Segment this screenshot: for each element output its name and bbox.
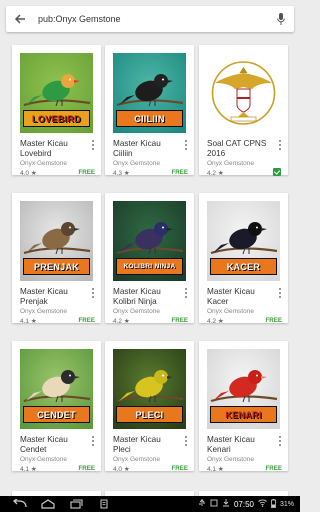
app-icon[interactable]: KACER: [207, 201, 280, 281]
app-price: FREE: [78, 169, 95, 176]
app-developer: Onyx Gemstone: [113, 160, 160, 167]
icon-banner-text: CIILIIN: [116, 110, 183, 127]
app-icon[interactable]: PLECI: [113, 349, 186, 429]
overflow-menu-icon[interactable]: [276, 139, 284, 151]
app-developer: Onyx Gemstone: [207, 160, 254, 167]
app-card[interactable]: LOVEBIRD Master Kicau Lovebird Onyx Gemsto…: [12, 45, 101, 177]
app-developer: Onyx Gemstone: [20, 456, 67, 463]
app-card[interactable]: Soal CAT CPNS 2016 Onyx Gemstone 4.2 ★: [199, 45, 288, 177]
app-icon[interactable]: [207, 53, 280, 133]
app-title[interactable]: Master Kicau Prenjak: [20, 287, 86, 306]
app-icon[interactable]: KENARI: [207, 349, 280, 429]
icon-banner-text: CENDET: [23, 406, 90, 423]
app-price: FREE: [171, 465, 188, 472]
app-rating: 4.1 ★: [20, 318, 37, 325]
icon-banner-text: LOVEBIRD: [23, 110, 90, 127]
back-arrow-icon[interactable]: [12, 11, 28, 27]
app-title[interactable]: Master Kicau Kolibri Ninja: [113, 287, 179, 306]
overflow-menu-icon[interactable]: [89, 435, 97, 447]
app-developer: Onyx Gemstone: [113, 456, 160, 463]
home-nav-icon[interactable]: [34, 496, 62, 512]
app-icon[interactable]: CENDET: [20, 349, 93, 429]
app-icon[interactable]: CIILIIN: [113, 53, 186, 133]
app-title[interactable]: Master Kicau Ciiliin: [113, 139, 179, 158]
overflow-menu-icon[interactable]: [276, 287, 284, 299]
icon-banner-text: KENARI: [210, 406, 277, 423]
battery-percent: 31%: [279, 500, 294, 508]
app-title[interactable]: Master Kicau Kenari: [207, 435, 273, 454]
overflow-menu-icon[interactable]: [182, 287, 190, 299]
app-developer: Onyx Gemstone: [20, 308, 67, 315]
app-card[interactable]: CIILIIN Master Kicau Ciiliin Onyx Gemstone…: [105, 45, 194, 177]
app-title[interactable]: Master Kicau Kacer: [207, 287, 273, 306]
app-card[interactable]: CENDET Master Kicau Cendet Onyx Gemstone 4.…: [12, 341, 101, 473]
overflow-menu-icon[interactable]: [89, 139, 97, 151]
app-developer: Onyx Gemstone: [113, 308, 160, 315]
icon-banner-text: PLECI: [116, 406, 183, 423]
app-rating: 4.0 ★: [20, 170, 37, 177]
back-nav-icon[interactable]: [6, 496, 34, 512]
overflow-menu-icon[interactable]: [89, 287, 97, 299]
menu-nav-icon[interactable]: [90, 496, 118, 512]
app-developer: Onyx Gemstone: [207, 308, 254, 315]
app-rating: 4.2 ★: [113, 318, 130, 325]
app-price: FREE: [265, 317, 282, 324]
installed-check-icon: [273, 168, 281, 176]
clock: 07:50: [233, 499, 254, 509]
icon-banner-text: KACER: [210, 258, 277, 275]
app-title[interactable]: Master Kicau Pleci: [113, 435, 179, 454]
app-title[interactable]: Master Kicau Lovebird: [20, 139, 86, 158]
app-rating: 4.0 ★: [113, 466, 130, 473]
app-title[interactable]: Soal CAT CPNS 2016: [207, 139, 273, 158]
app-price: FREE: [78, 317, 95, 324]
app-card[interactable]: PRENJAK Master Kicau Prenjak Onyx Gemstone…: [12, 193, 101, 325]
app-price: FREE: [171, 169, 188, 176]
app-icon[interactable]: PRENJAK: [20, 201, 93, 281]
app-price: FREE: [78, 465, 95, 472]
battery-icon: [271, 498, 276, 510]
microphone-icon[interactable]: [274, 11, 288, 27]
app-rating: 4.1 ★: [20, 466, 37, 473]
app-card[interactable]: PLECI Master Kicau Pleci Onyx Gemstone 4.0 …: [105, 341, 194, 473]
system-navbar: 07:50 31%: [0, 496, 300, 512]
overflow-menu-icon[interactable]: [276, 435, 284, 447]
overflow-menu-icon[interactable]: [182, 435, 190, 447]
app-rating: 4.1 ★: [207, 466, 224, 473]
app-title[interactable]: Master Kicau Cendet: [20, 435, 86, 454]
overflow-menu-icon[interactable]: [182, 139, 190, 151]
app-developer: Onyx Gemstone: [20, 160, 67, 167]
app-rating: 4.2 ★: [207, 318, 224, 325]
notification-icon: [210, 499, 218, 509]
recents-nav-icon[interactable]: [62, 496, 90, 512]
app-rating: 4.3 ★: [113, 170, 130, 177]
search-query[interactable]: pub:Onyx Gemstone: [38, 14, 274, 24]
download-icon: [222, 499, 230, 509]
app-icon[interactable]: LOVEBIRD: [20, 53, 93, 133]
usb-icon: [198, 499, 206, 509]
search-bar[interactable]: pub:Onyx Gemstone: [6, 6, 294, 32]
app-price: FREE: [171, 317, 188, 324]
app-rating: 4.2 ★: [207, 170, 224, 177]
icon-banner-text: KOLIBRI NINJA: [116, 258, 183, 275]
app-price: FREE: [265, 465, 282, 472]
status-area: 07:50 31%: [198, 498, 294, 510]
app-card[interactable]: KENARI Master Kicau Kenari Onyx Gemstone 4.…: [199, 341, 288, 473]
app-card[interactable]: KACER Master Kicau Kacer Onyx Gemstone 4.2 …: [199, 193, 288, 325]
app-card[interactable]: KOLIBRI NINJA Master Kicau Kolibri Ninja O…: [105, 193, 194, 325]
wifi-icon: [258, 499, 267, 509]
app-icon[interactable]: KOLIBRI NINJA: [113, 201, 186, 281]
app-developer: Onyx Gemstone: [207, 456, 254, 463]
icon-banner-text: PRENJAK: [23, 258, 90, 275]
